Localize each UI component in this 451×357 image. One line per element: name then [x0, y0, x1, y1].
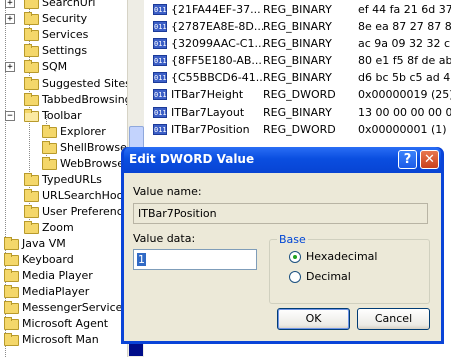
tree-item-zoom[interactable]: Zoom: [24, 220, 74, 236]
binary-value-icon: 011: [153, 38, 167, 49]
folder-icon: [24, 221, 39, 234]
tree-item-user-preference[interactable]: User Preference: [24, 204, 127, 220]
value-row[interactable]: 011 ITBar7Height REG_DWORD 0x00000019 (2…: [144, 86, 451, 103]
value-row[interactable]: 011 ITBar7Layout REG_BINARY 13 00 00 00 …: [144, 104, 451, 121]
tree-item-java-vm[interactable]: Java VM: [4, 236, 66, 252]
dialog-titlebar[interactable]: Edit DWORD Value ? ✕: [124, 147, 441, 173]
tree-item-webbrowser[interactable]: WebBrowser: [42, 156, 127, 172]
tree-item-microsoft-agent[interactable]: Microsoft Agent: [4, 316, 108, 332]
folder-icon: [4, 253, 19, 266]
hexadecimal-label[interactable]: Hexadecimal: [306, 250, 377, 263]
help-button[interactable]: ?: [398, 150, 417, 169]
value-name-label: Value name:: [133, 185, 202, 198]
ok-button[interactable]: OK: [277, 308, 350, 330]
value-row[interactable]: 011 {32099AAC-C1... REG_BINARY ac 9a 09 …: [144, 35, 451, 52]
dword-value-icon: 011: [153, 89, 167, 100]
registry-key-tree[interactable]: + SearchUrl + Security Services Settings…: [0, 0, 127, 357]
folder-icon: [24, 173, 39, 186]
help-icon: ?: [403, 152, 412, 167]
binary-value-icon: 011: [153, 107, 167, 118]
folder-icon: [4, 333, 19, 346]
folder-icon: [4, 301, 19, 314]
expand-toggle[interactable]: +: [5, 0, 15, 8]
folder-icon: [42, 141, 57, 154]
dialog-body: Value name: ITBar7Position Value data: 1…: [124, 173, 441, 341]
binary-value-icon: 011: [153, 4, 167, 15]
tree-item-settings[interactable]: Settings: [24, 43, 87, 59]
tree-item-messengerservice[interactable]: MessengerService: [4, 300, 122, 316]
folder-icon: [24, 0, 39, 9]
open-folder-icon: [24, 109, 39, 122]
binary-value-icon: 011: [153, 55, 167, 66]
expand-toggle[interactable]: +: [5, 14, 15, 24]
folder-icon: [24, 205, 39, 218]
collapse-toggle[interactable]: −: [5, 111, 15, 121]
tree-item-typedurls[interactable]: TypedURLs: [24, 172, 102, 188]
value-row[interactable]: 011 {21FA44EF-37... REG_BINARY ef 44 fa …: [144, 1, 451, 18]
tree-item-suggested-sites[interactable]: Suggested Sites: [24, 76, 127, 92]
value-row[interactable]: 011 ITBar7Position REG_DWORD 0x00000001 …: [144, 121, 451, 138]
tree-item-tabbedbrowsing[interactable]: TabbedBrowsing: [24, 92, 127, 108]
folder-icon: [24, 189, 39, 202]
tree-item-explorer[interactable]: Explorer: [42, 124, 106, 140]
tree-item-microsoft-man[interactable]: Microsoft Man: [4, 332, 99, 348]
dword-value-icon: 011: [153, 124, 167, 135]
hexadecimal-radio[interactable]: [289, 251, 301, 263]
expand-toggle[interactable]: +: [5, 62, 15, 72]
folder-icon: [24, 60, 39, 73]
binary-value-icon: 011: [153, 21, 167, 32]
dialog-title: Edit DWORD Value: [129, 152, 255, 166]
tree-item-services[interactable]: Services: [24, 27, 88, 43]
value-row[interactable]: 011 {C55BBCD6-41... REG_BINARY d6 bc 5b …: [144, 69, 451, 86]
close-button[interactable]: ✕: [420, 150, 439, 169]
folder-icon: [24, 12, 39, 25]
binary-value-icon: 011: [153, 72, 167, 83]
cancel-button[interactable]: Cancel: [357, 308, 430, 330]
folder-icon: [4, 317, 19, 330]
decimal-radio[interactable]: [289, 271, 301, 283]
folder-icon: [4, 269, 19, 282]
tree-item-keyboard[interactable]: Keyboard: [4, 252, 74, 268]
tree-item-mediaplayer[interactable]: MediaPlayer: [4, 284, 89, 300]
folder-icon: [4, 285, 19, 298]
folder-icon: [24, 44, 39, 57]
value-row[interactable]: 011 {8FF5E180-AB... REG_BINARY 80 e1 f5 …: [144, 52, 451, 69]
tree-item-urlsearchhook[interactable]: URLSearchHook: [24, 188, 127, 204]
folder-icon: [24, 77, 39, 90]
folder-icon: [4, 237, 19, 250]
folder-icon: [24, 93, 39, 106]
tree-item-media-player[interactable]: Media Player: [4, 268, 93, 284]
folder-icon: [42, 157, 57, 170]
folder-icon: [24, 28, 39, 41]
close-icon: ✕: [424, 152, 435, 167]
value-name-field: ITBar7Position: [133, 203, 428, 224]
decimal-label[interactable]: Decimal: [306, 270, 351, 283]
tree-item-shellbrowser[interactable]: ShellBrowser: [42, 140, 127, 156]
value-row[interactable]: 011 {2787EA8E-8D... REG_BINARY 8e ea 87 …: [144, 18, 451, 35]
folder-icon: [42, 125, 57, 138]
base-label: Base: [277, 233, 308, 246]
edit-dword-dialog: Edit DWORD Value ? ✕ Value name: ITBar7P…: [121, 147, 444, 344]
value-data-label: Value data:: [133, 232, 196, 245]
value-data-input[interactable]: 1: [133, 249, 257, 270]
